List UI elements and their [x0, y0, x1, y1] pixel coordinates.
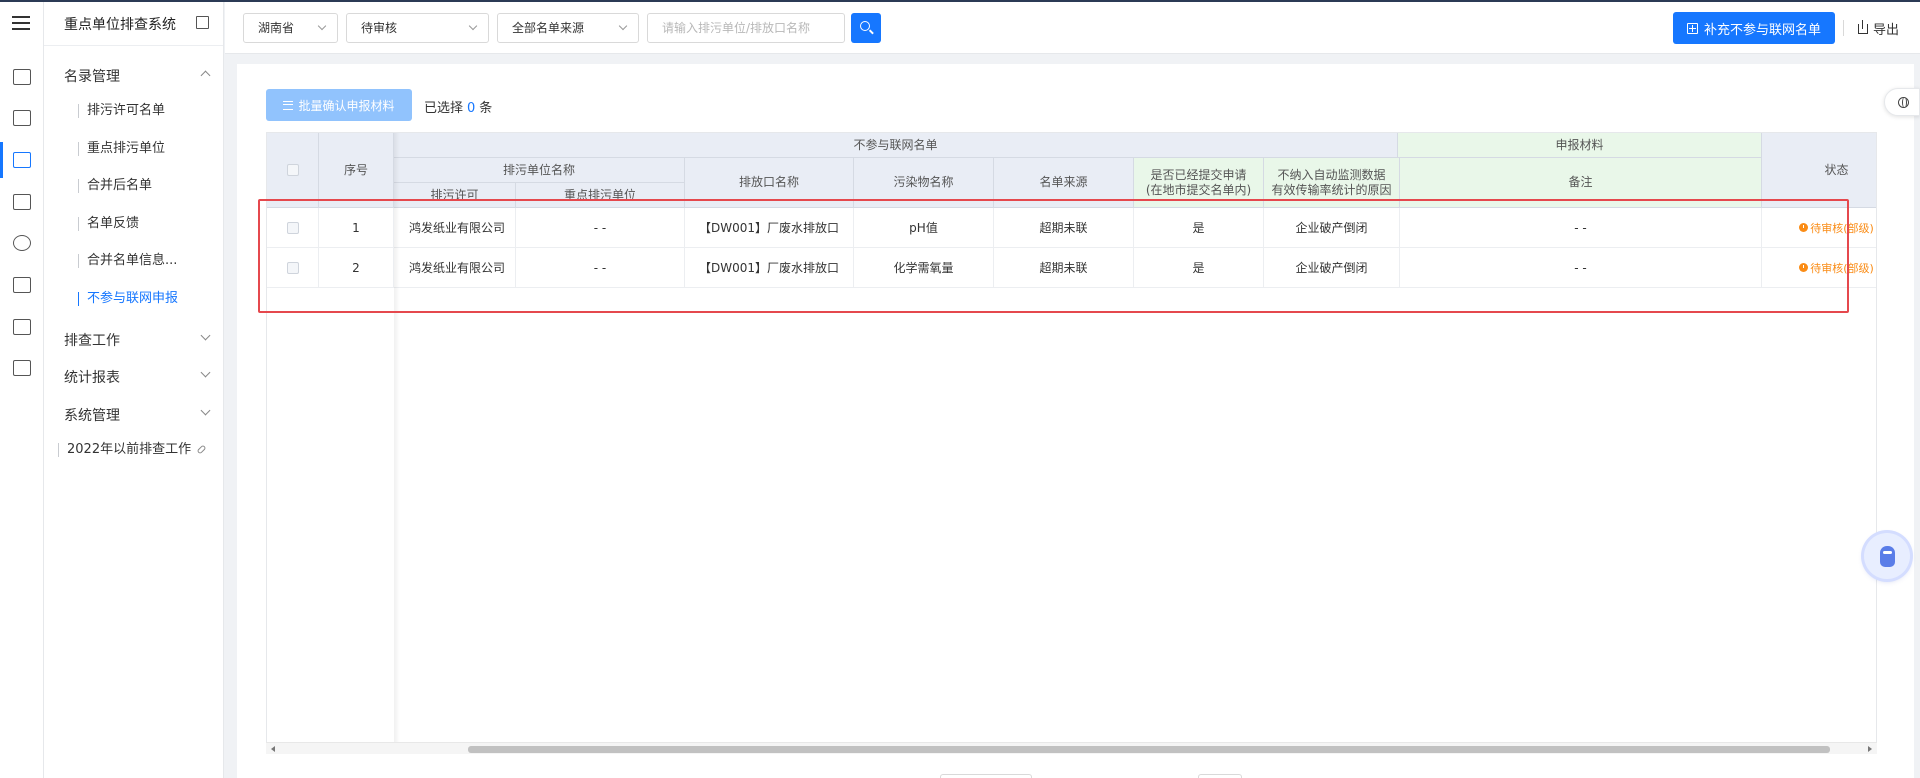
sidebar-group-inspection[interactable]: 排查工作 [64, 330, 120, 350]
export-button[interactable]: 导出 [1858, 19, 1899, 38]
column-header-index: 序号 [319, 133, 394, 208]
settings-search-icon[interactable] [13, 235, 31, 251]
list-search-icon[interactable] [13, 152, 31, 168]
group-header-materials: 申报材料 [1398, 133, 1762, 158]
selected-prefix: 已选择 [424, 101, 464, 116]
monitor-icon[interactable] [13, 110, 31, 126]
page-size-select[interactable] [940, 774, 1032, 778]
chevron-down-icon [618, 21, 628, 31]
sidebar-header: 重点单位排查系统 [44, 2, 223, 46]
search-input[interactable] [647, 13, 845, 43]
highlight-annotation-box [258, 199, 1849, 313]
chevron-down-icon [468, 21, 478, 31]
rail-active-indicator [0, 142, 3, 178]
status-select[interactable]: 待审核 [346, 13, 489, 43]
scroll-right-icon[interactable] [1868, 746, 1872, 752]
list-icon [283, 100, 294, 110]
export-icon [1858, 19, 1868, 34]
sidebar-group-label: 名录管理 [64, 69, 120, 85]
app-title: 重点单位排查系统 [64, 16, 176, 33]
collapse-sidebar-icon[interactable] [196, 16, 209, 29]
search-button[interactable] [851, 13, 881, 43]
group-header-not-networked: 不参与联网名单 [394, 133, 1398, 158]
sidebar-group-reports[interactable]: 统计报表 [64, 367, 120, 387]
sidebar-item-merged-info[interactable]: 合并名单信息... [78, 254, 177, 268]
sidebar-group-label: 排查工作 [64, 333, 120, 349]
menu-icon[interactable] [12, 16, 30, 30]
chevron-up-icon[interactable] [200, 70, 211, 81]
sidebar-item-list-feedback[interactable]: 名单反馈 [78, 217, 139, 231]
assistant-icon [1880, 546, 1895, 567]
select-all-checkbox[interactable] [286, 164, 299, 176]
chart-icon[interactable] [13, 360, 31, 376]
selected-count: 0 [467, 101, 476, 116]
document-search-icon[interactable] [13, 194, 31, 210]
dashboard-icon[interactable] [13, 69, 31, 85]
source-select[interactable]: 全部名单来源 [497, 13, 639, 43]
selected-count-text: 已选择 0 条 [424, 97, 492, 116]
assistant-icon-eye [1883, 551, 1892, 554]
divider [1843, 20, 1844, 36]
sidebar-external-link[interactable]: 2022年以前排查工作 [58, 442, 207, 457]
chevron-down-icon[interactable] [200, 367, 211, 378]
sidebar-item-permit-list[interactable]: 排污许可名单 [78, 104, 165, 118]
sidebar: 重点单位排查系统 名录管理 排污许可名单 重点排污单位 合并后名单 名单反馈 合… [44, 2, 224, 778]
province-select[interactable]: 湖南省 [243, 13, 338, 43]
scrollbar-thumb[interactable] [468, 746, 1830, 753]
statistics-icon[interactable] [13, 319, 31, 335]
batch-confirm-label: 批量确认申报材料 [298, 98, 395, 113]
sidebar-group-system[interactable]: 系统管理 [64, 405, 120, 425]
filter-bar: 湖南省 待审核 全部名单来源 补充不参与联网名单 导出 [225, 2, 1920, 54]
status-value: 待审核 [361, 21, 398, 35]
source-value: 全部名单来源 [512, 21, 585, 35]
column-header-status: 状态 [1762, 133, 1876, 208]
selected-suffix: 条 [479, 101, 493, 116]
assistant-float-button[interactable] [1864, 533, 1910, 579]
supplement-button-label: 补充不参与联网名单 [1703, 22, 1821, 38]
add-icon [1686, 22, 1698, 34]
chevron-down-icon[interactable] [200, 405, 211, 416]
column-header-unit-name: 排污单位名称 [394, 158, 685, 183]
sidebar-group-label: 系统管理 [64, 408, 120, 424]
scroll-left-icon[interactable] [271, 746, 275, 752]
sidebar-group-label: 统计报表 [64, 370, 120, 386]
export-label: 导出 [1873, 23, 1900, 38]
supplement-not-networked-button[interactable]: 补充不参与联网名单 [1673, 12, 1835, 44]
batch-confirm-button[interactable]: 批量确认申报材料 [266, 89, 412, 121]
report-icon[interactable] [13, 277, 31, 293]
globe-icon [1898, 97, 1909, 108]
select-all-header [267, 133, 319, 208]
chevron-down-icon [317, 21, 327, 31]
province-value: 湖南省 [258, 21, 295, 35]
sidebar-item-key-units[interactable]: 重点排污单位 [78, 142, 165, 156]
external-link-label: 2022年以前排查工作 [67, 442, 192, 457]
sidebar-item-merged-list[interactable]: 合并后名单 [78, 179, 152, 193]
sidebar-group-directory[interactable]: 名录管理 [64, 66, 120, 86]
language-float-button[interactable] [1884, 88, 1920, 116]
horizontal-scrollbar[interactable] [266, 742, 1877, 754]
page-jump-input[interactable] [1198, 774, 1242, 778]
chevron-down-icon[interactable] [200, 330, 211, 341]
sidebar-item-not-networked[interactable]: 不参与联网申报 [78, 292, 178, 306]
icon-rail [0, 2, 44, 778]
link-icon [196, 444, 207, 455]
